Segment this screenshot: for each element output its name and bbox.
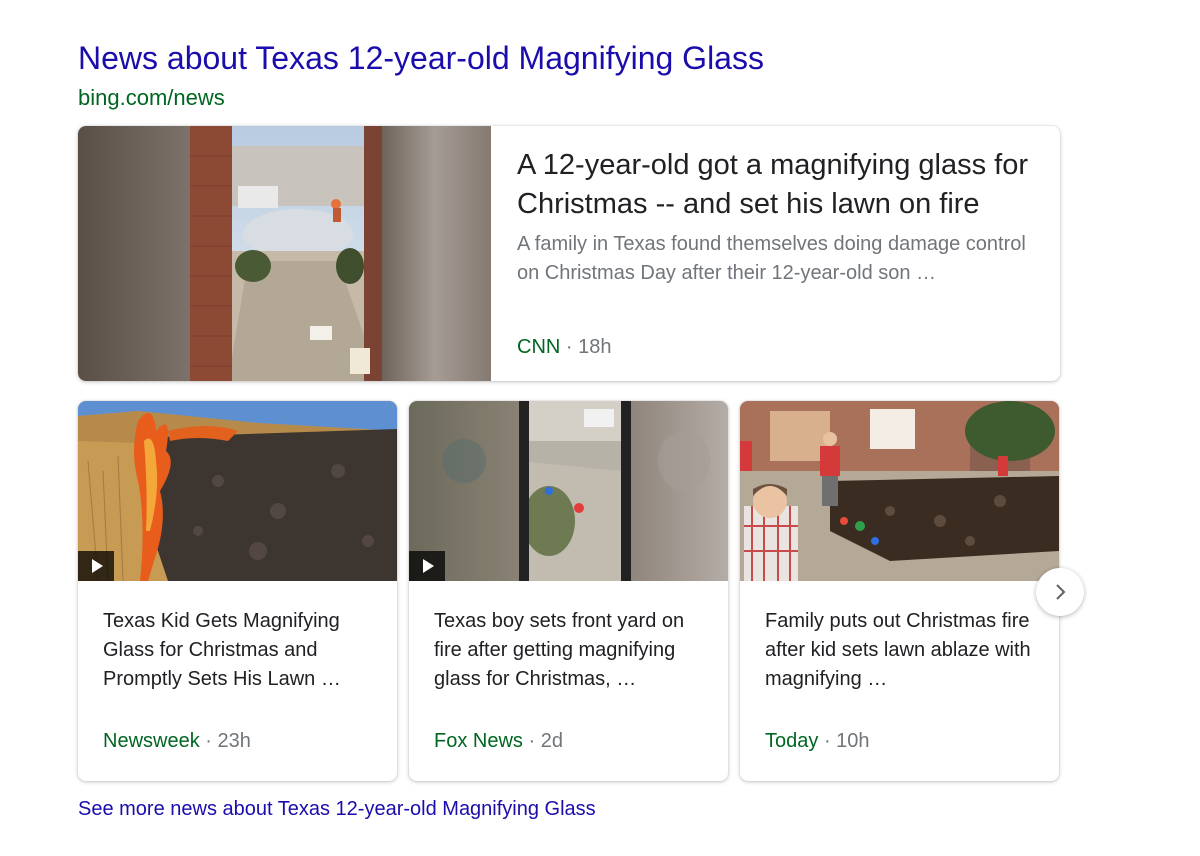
news-thumbnail[interactable] <box>409 401 728 581</box>
story-age: 18h <box>578 336 612 358</box>
play-icon <box>78 551 114 581</box>
top-story-thumbnail[interactable] <box>78 126 491 381</box>
carousel-next-button[interactable] <box>1036 568 1084 616</box>
see-more-news-link[interactable]: See more news about Texas 12-year-old Ma… <box>78 796 596 822</box>
story-age: 2d <box>540 730 563 752</box>
story-age: 10h <box>836 730 870 752</box>
meta-separator: · <box>205 730 212 752</box>
source-name: CNN <box>517 336 561 358</box>
chevron-right-icon <box>1056 584 1066 600</box>
news-thumbnail[interactable] <box>740 401 1059 581</box>
section-title[interactable]: News about Texas 12-year-old Magnifying … <box>78 38 764 78</box>
news-meta: Today · 10h <box>765 728 870 754</box>
news-card-fox-news[interactable]: Texas boy sets front yard on fire after … <box>409 401 728 781</box>
meta-separator: · <box>565 336 573 358</box>
news-card-newsweek[interactable]: Texas Kid Gets Magnifying Glass for Chri… <box>78 401 397 781</box>
meta-separator: · <box>823 730 831 752</box>
source-name: Newsweek <box>103 730 200 752</box>
news-card-today[interactable]: Family puts out Christmas fire after kid… <box>740 401 1059 781</box>
news-meta: Fox News · 2d <box>434 728 563 754</box>
source-name: Today <box>765 730 819 752</box>
news-title[interactable]: Texas boy sets front yard on fire after … <box>434 607 710 694</box>
story-age: 23h <box>217 730 251 752</box>
play-icon <box>409 551 445 581</box>
top-story-card[interactable]: A 12-year-old got a magnifying glass for… <box>78 126 1060 381</box>
top-story-title[interactable]: A 12-year-old got a magnifying glass for… <box>517 146 1042 224</box>
news-title[interactable]: Texas Kid Gets Magnifying Glass for Chri… <box>103 607 379 694</box>
meta-separator: · <box>528 730 536 752</box>
news-title[interactable]: Family puts out Christmas fire after kid… <box>765 607 1041 694</box>
section-url: bing.com/news <box>78 85 225 110</box>
top-story-snippet: A family in Texas found themselves doing… <box>517 233 1026 284</box>
news-thumbnail[interactable] <box>78 401 397 581</box>
news-meta: Newsweek · 23h <box>103 728 251 754</box>
source-name: Fox News <box>434 730 523 752</box>
top-story-meta: CNN · 18h <box>517 334 612 360</box>
